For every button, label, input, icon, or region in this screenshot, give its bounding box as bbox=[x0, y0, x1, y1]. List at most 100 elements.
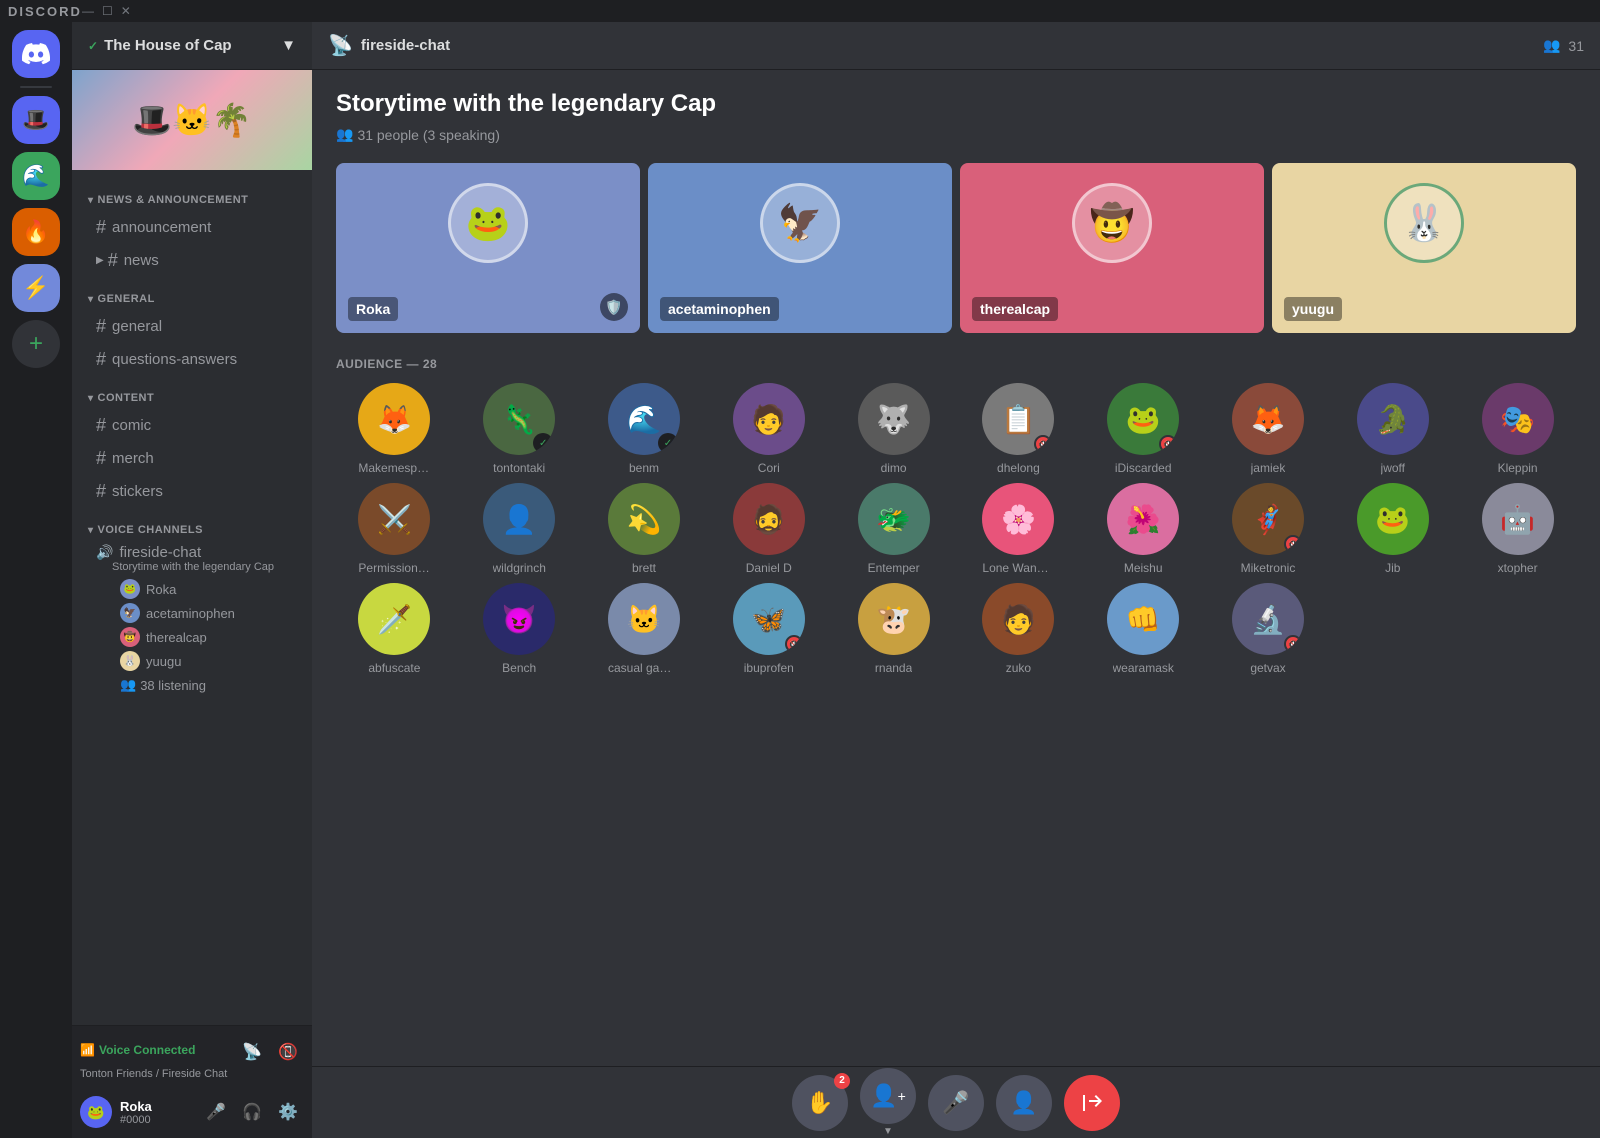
shield-icon: 🛡️ bbox=[600, 293, 628, 321]
server-banner-image: 🎩🐱🌴 bbox=[72, 70, 312, 170]
audience-member-name: getvax bbox=[1250, 661, 1285, 675]
add-server-button[interactable]: + bbox=[12, 320, 60, 368]
minimize-button[interactable]: — bbox=[82, 4, 94, 18]
voice-connected-bar: 📶 Voice Connected 📡 📵 Tonton Friends / F… bbox=[72, 1025, 312, 1086]
channel-item-questions[interactable]: # questions-answers bbox=[80, 343, 304, 375]
check-icon: ✓ bbox=[88, 39, 98, 53]
server-icon-discord[interactable] bbox=[12, 30, 60, 78]
hash-icon: # bbox=[96, 481, 106, 502]
audience-member-name: Miketronic bbox=[1241, 561, 1296, 575]
audience-member: 👊wearamask bbox=[1085, 583, 1202, 675]
speaker-card-acetaminophen: 🦅 acetaminophen bbox=[648, 163, 952, 333]
audience-avatar: 🐺 bbox=[858, 383, 930, 455]
audience-avatar: 🐊 bbox=[1357, 383, 1429, 455]
mute-button[interactable]: 🎤 bbox=[200, 1096, 232, 1128]
headphones-button[interactable]: 🎧 bbox=[236, 1096, 268, 1128]
audience-avatar: 🐲 bbox=[858, 483, 930, 555]
channel-item-comic[interactable]: # comic bbox=[80, 409, 304, 441]
channel-item-announcement[interactable]: # announcement bbox=[80, 211, 304, 243]
category-general[interactable]: ▾ GENERAL bbox=[72, 277, 312, 309]
invite-button[interactable]: 👤 + bbox=[860, 1068, 916, 1124]
category-news-announcement[interactable]: ▾ NEWS & ANNOUNCEMENT bbox=[72, 178, 312, 210]
speaker-name-therealcap: therealcap bbox=[972, 297, 1058, 321]
audience-member: 🐸🔇 iDiscarded bbox=[1085, 383, 1202, 475]
maximize-button[interactable]: ☐ bbox=[102, 4, 113, 18]
speaker-card-roka: 🐸 Roka 🛡️ bbox=[336, 163, 640, 333]
audience-member: 🦊jamiek bbox=[1210, 383, 1327, 475]
server-icon-4[interactable]: ⚡ bbox=[12, 264, 60, 312]
category-voice[interactable]: ▾ VOICE CHANNELS bbox=[72, 508, 312, 540]
audience-member-name: wearamask bbox=[1113, 661, 1174, 675]
raise-hand-badge: 2 bbox=[834, 1073, 850, 1089]
voice-settings-icon[interactable]: 📡 bbox=[236, 1036, 268, 1068]
hash-icon: # bbox=[96, 415, 106, 436]
voice-channel-subtitle: Storytime with the legendary Cap bbox=[96, 561, 296, 573]
audience-grid: 🦊Makemespeakrr🦎✓tontontaki🌊✓benm🧑Cori🐺di… bbox=[336, 383, 1576, 675]
audience-member-name: Permission Man bbox=[358, 561, 430, 575]
audience-member-name: iDiscarded bbox=[1115, 461, 1172, 475]
people-icon: 👥 bbox=[336, 126, 353, 143]
verified-badge: ✓ bbox=[658, 433, 678, 453]
channel-item-news[interactable]: ▶ # news bbox=[80, 244, 304, 276]
speakers-grid: 🐸 Roka 🛡️ 🦅 acetaminophen 🤠 therealcap bbox=[336, 163, 1576, 333]
audience-member-name: brett bbox=[632, 561, 656, 575]
voice-user-avatar: 🤠 bbox=[120, 627, 140, 647]
audience-member: 😈Bench bbox=[461, 583, 578, 675]
window-controls[interactable]: — ☐ ✕ bbox=[82, 4, 131, 18]
audience-avatar: 🧑 bbox=[733, 383, 805, 455]
audience-avatar: 🌊✓ bbox=[608, 383, 680, 455]
audience-member-name: jwoff bbox=[1381, 461, 1405, 475]
server-header[interactable]: ✓ The House of Cap ▼ bbox=[72, 22, 312, 70]
channel-list: ▾ NEWS & ANNOUNCEMENT # announcement ▶ #… bbox=[72, 170, 312, 1025]
titlebar: DISCORD — ☐ ✕ bbox=[0, 0, 1600, 22]
collapse-icon: ▾ bbox=[88, 393, 94, 404]
audience-avatar: 🐸🔇 bbox=[1107, 383, 1179, 455]
audience-avatar: 💫 bbox=[608, 483, 680, 555]
sidebar-bottom: 🐸 Roka #0000 🎤 🎧 ⚙️ bbox=[72, 1086, 312, 1138]
settings-button[interactable]: ⚙️ bbox=[272, 1096, 304, 1128]
stage-bottom-bar: ✋ 2 👤 + ▼ 🎤 👤 bbox=[312, 1066, 1600, 1138]
audience-avatar: 🦎✓ bbox=[483, 383, 555, 455]
speaker-avatar-therealcap: 🤠 bbox=[1072, 183, 1152, 263]
audience-avatar: 🧑 bbox=[982, 583, 1054, 655]
channel-item-general[interactable]: # general bbox=[80, 310, 304, 342]
speaker-avatar-acetaminophen: 🦅 bbox=[760, 183, 840, 263]
server-icon-1[interactable]: 🎩 bbox=[12, 96, 60, 144]
close-button[interactable]: ✕ bbox=[121, 4, 131, 18]
mute-icon: 🔇 bbox=[1034, 435, 1052, 453]
server-icon-3[interactable]: 🔥 bbox=[12, 208, 60, 256]
audience-avatar: 🎭 bbox=[1482, 383, 1554, 455]
stage-meta: 👥 31 people (3 speaking) bbox=[336, 126, 1576, 143]
leave-stage-button[interactable] bbox=[1064, 1075, 1120, 1131]
mute-icon: 🔇 bbox=[1284, 535, 1302, 553]
audience-member-name: Makemespeakrr bbox=[358, 461, 430, 475]
voice-user-yuugu: 🐰 yuugu bbox=[96, 649, 296, 673]
audience-member: 🔬🔇getvax bbox=[1210, 583, 1327, 675]
audience-member: 🎭 Kleppin bbox=[1459, 383, 1576, 475]
audience-member-name: Cori bbox=[758, 461, 780, 475]
channel-item-merch[interactable]: # merch bbox=[80, 442, 304, 474]
audience-section: AUDIENCE — 28 🦊Makemespeakrr🦎✓tontontaki… bbox=[336, 357, 1576, 675]
speaker-avatar-roka: 🐸 bbox=[448, 183, 528, 263]
add-user-button[interactable]: 👤 bbox=[996, 1075, 1052, 1131]
mic-button[interactable]: 🎤 bbox=[928, 1075, 984, 1131]
raise-hand-button[interactable]: ✋ 2 bbox=[792, 1075, 848, 1131]
audience-member-name: Kleppin bbox=[1498, 461, 1538, 475]
speaker-name-roka: Roka bbox=[348, 297, 398, 321]
audience-member-name: ibuprofen bbox=[744, 661, 794, 675]
voice-channel-fireside[interactable]: 🔊 fireside-chat Storytime with the legen… bbox=[80, 541, 304, 700]
audience-member: 🌊✓benm bbox=[586, 383, 703, 475]
audience-member-name: Entemper bbox=[868, 561, 920, 575]
channel-item-stickers[interactable]: # stickers bbox=[80, 475, 304, 507]
audience-avatar: 😈 bbox=[483, 583, 555, 655]
audience-member-name: Lone Wanderer bbox=[982, 561, 1054, 575]
mute-icon: 🔇 bbox=[1284, 635, 1302, 653]
speaker-icon: 🔊 bbox=[96, 544, 113, 561]
audience-avatar: 🦊 bbox=[358, 383, 430, 455]
hash-icon: # bbox=[96, 448, 106, 469]
speaker-card-yuugu: 🐰 yuugu bbox=[1272, 163, 1576, 333]
category-content[interactable]: ▾ CONTENT bbox=[72, 376, 312, 408]
voice-disconnect-icon[interactable]: 📵 bbox=[272, 1036, 304, 1068]
current-user-info: Roka #0000 bbox=[120, 1099, 192, 1126]
server-icon-2[interactable]: 🌊 bbox=[12, 152, 60, 200]
